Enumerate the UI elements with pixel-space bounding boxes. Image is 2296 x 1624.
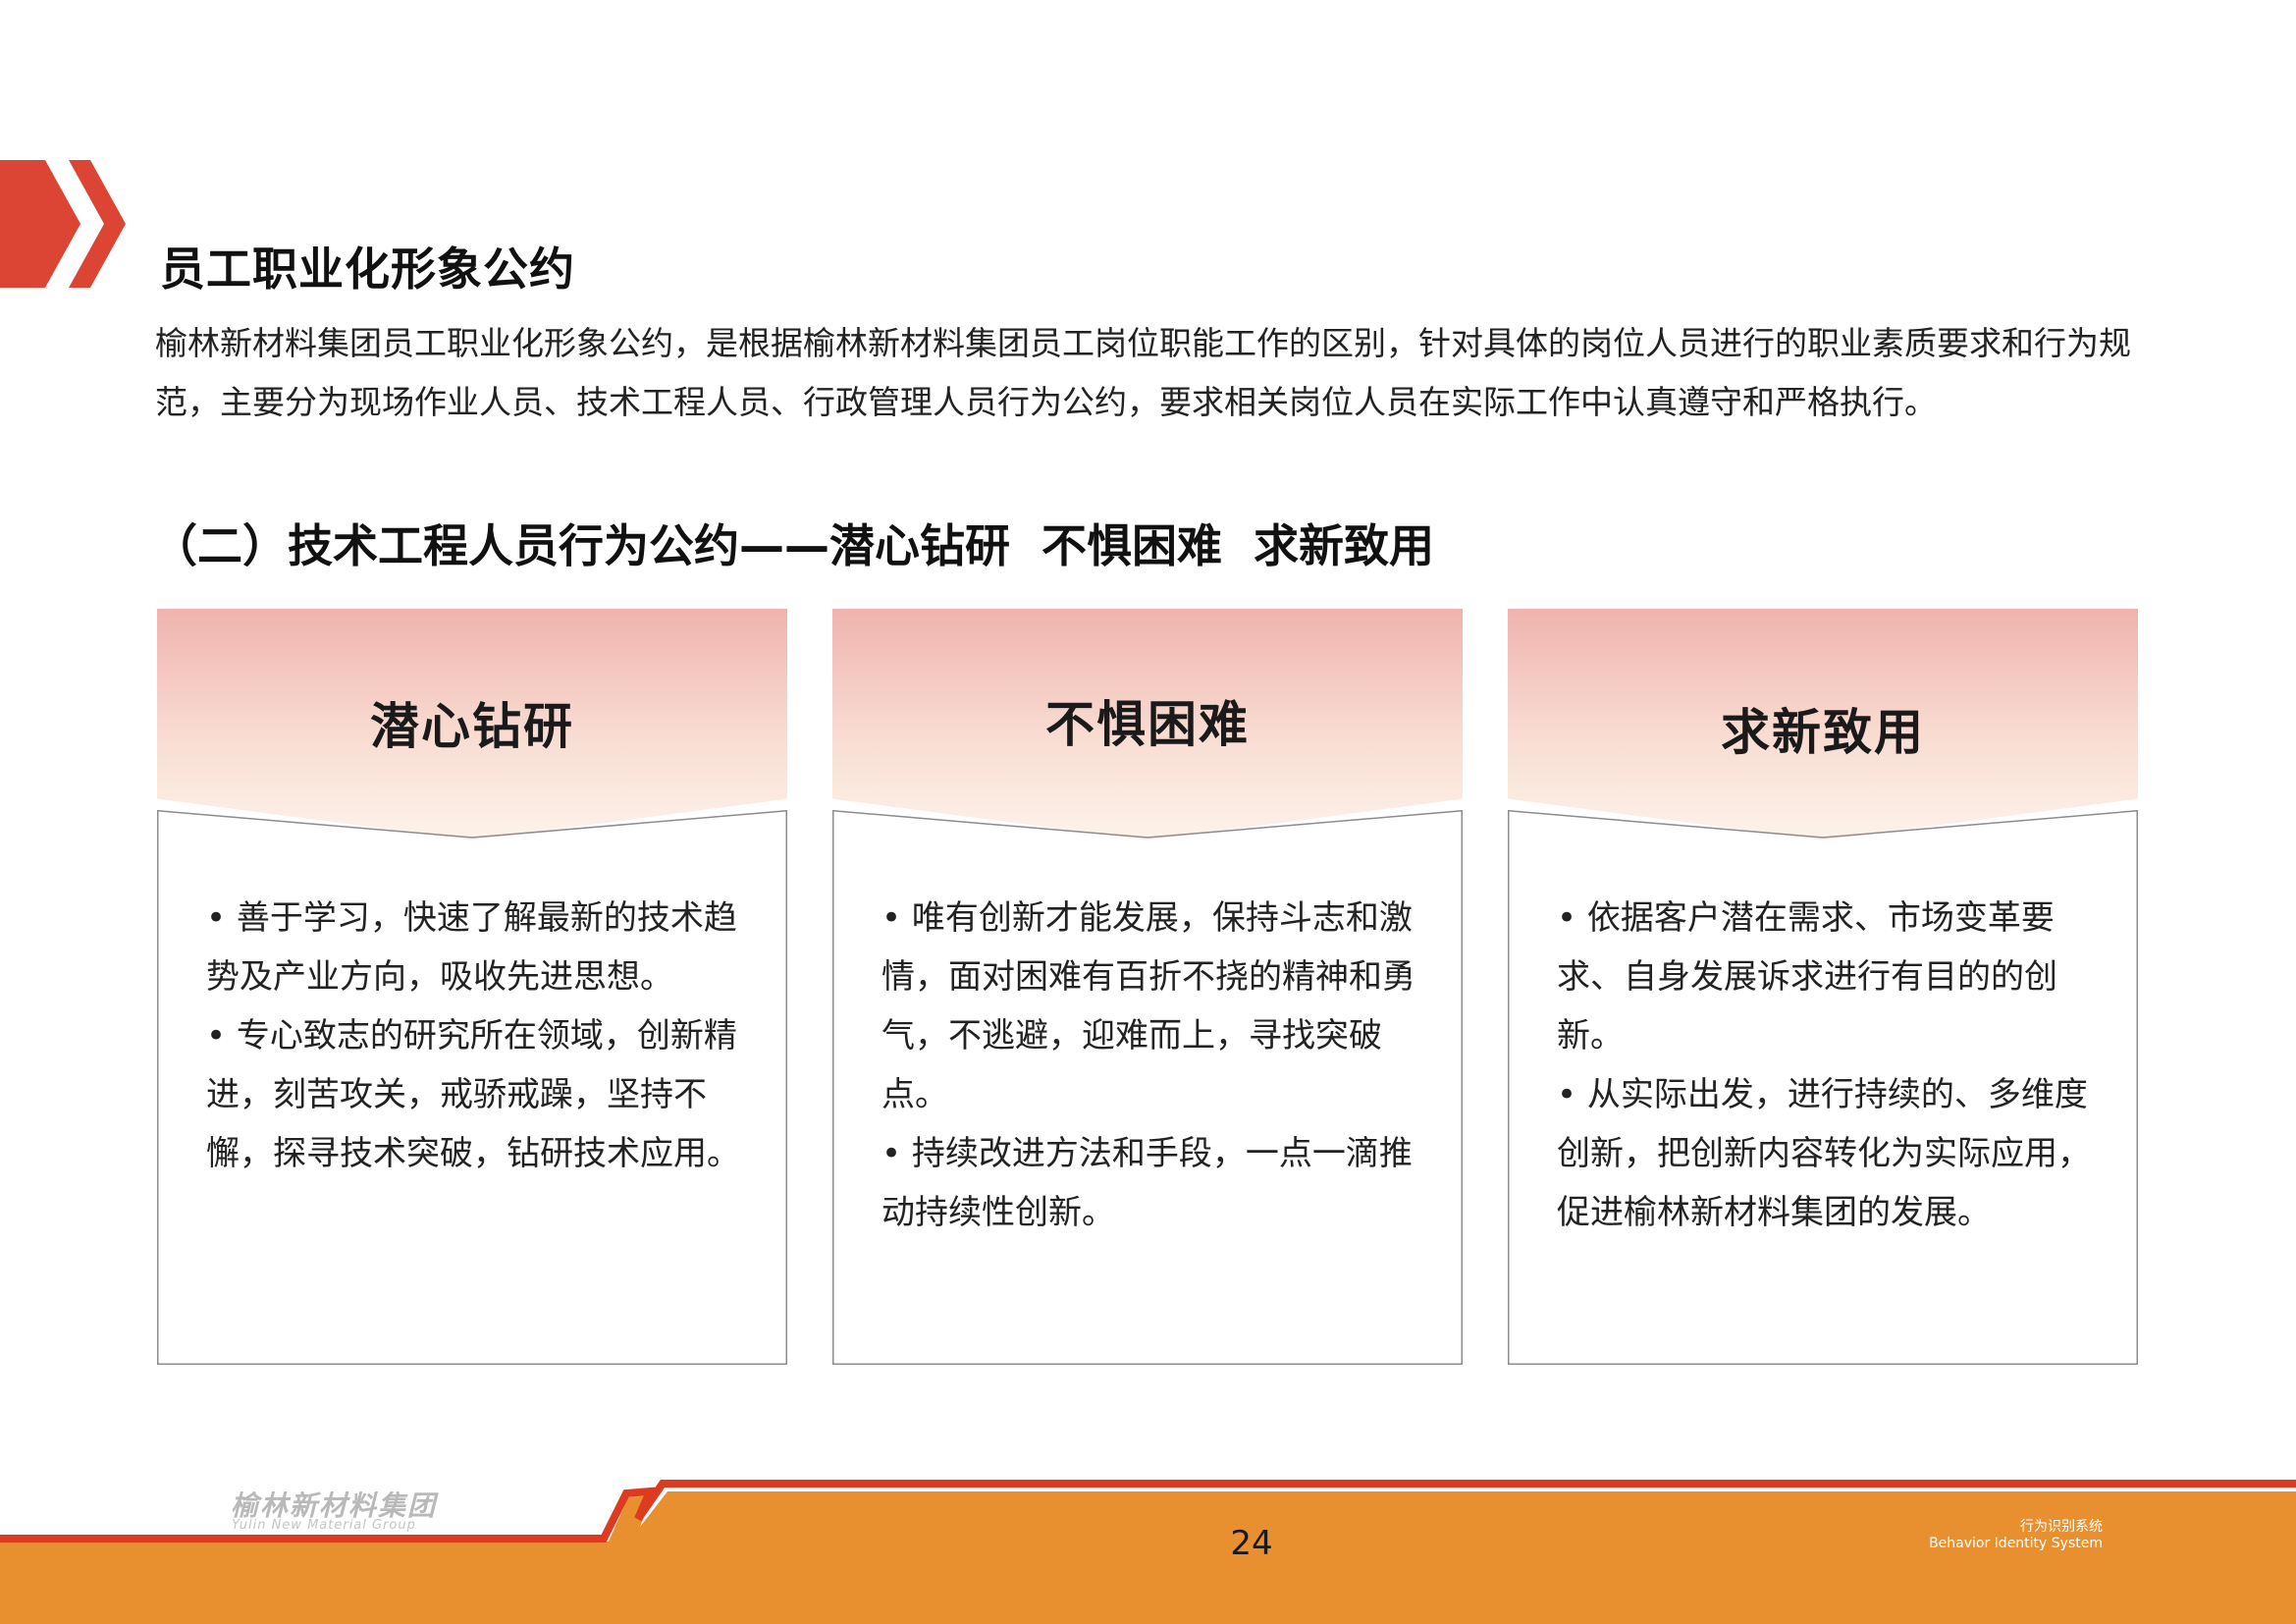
subsection-title: （二）技术工程人员行为公约——潜心钻研 不惧困难 求新致用 [152,519,1435,572]
card-qiuxin-zhiyong: 求新致用 • 依据客户潜在需求、市场变革要求、自身发展诉求进行有目的的创新。 •… [1508,609,2138,1365]
footer-logo-english: Yulin New Material Group [232,1518,416,1533]
card-point: • 善于学习，快速了解最新的技术趋势及产业方向，吸收先进思想。 [206,898,737,997]
card-point: • 专心致志的研究所在领域，创新精进，刻苦攻关，戒骄戒躁，坚持不懈，探寻技术突破… [206,1016,740,1173]
card-qianxin-zuanyan: 潜心钻研 • 善于学习，快速了解最新的技术趋势及产业方向，吸收先进思想。 • 专… [157,609,787,1365]
intro-paragraph: 榆林新材料集团员工职业化形象公约，是根据榆林新材料集团员工岗位职能工作的区别，针… [155,324,2131,421]
section-title: 员工职业化形象公约 [160,243,575,296]
card-point: • 从实际出发，进行持续的、多维度创新，把创新内容转化为实际应用，促进榆林新材料… [1557,1075,2091,1232]
card-body: • 依据客户潜在需求、市场变革要求、自身发展诉求进行有目的的创新。 • 从实际出… [1557,889,2107,1242]
card-body: • 善于学习，快速了解最新的技术趋势及产业方向，吸收先进思想。 • 专心致志的研… [206,889,756,1183]
card-point: • 持续改进方法和手段，一点一滴推动持续性创新。 [881,1134,1413,1232]
footer-system-label: 行为识别系统 [2020,1519,2103,1535]
card-point: • 依据客户潜在需求、市场变革要求、自身发展诉求进行有目的的创新。 [1557,898,2057,1056]
card-title: 不惧困难 [1045,696,1250,753]
card-body: • 唯有创新才能发展，保持斗志和激情，面对困难有百折不挠的精神和勇气，不逃避，迎… [881,889,1431,1242]
card-buju-kunnan: 不惧困难 • 唯有创新才能发展，保持斗志和激情，面对困难有百折不挠的精神和勇气，… [832,609,1463,1365]
card-title: 求新致用 [1721,704,1925,761]
card-title: 潜心钻研 [370,698,574,755]
chevron-icon [0,160,126,288]
page-number: 24 [1230,1524,1273,1563]
card-point: • 唯有创新才能发展，保持斗志和激情，面对困难有百折不挠的精神和勇气，不逃避，迎… [881,898,1415,1114]
footer-system-label-english: Behavior Identity System [1929,1536,2103,1551]
